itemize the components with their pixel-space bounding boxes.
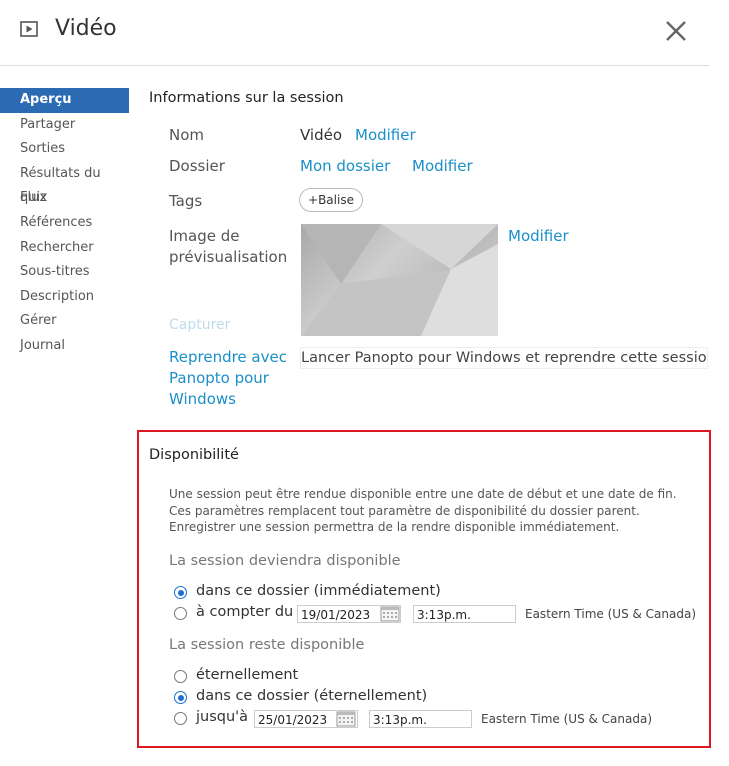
plus-icon: + xyxy=(308,193,319,207)
end-folder-radio[interactable] xyxy=(174,691,187,704)
resume-link-line1[interactable]: Reprendre avec xyxy=(169,348,287,366)
sidebar-item-references[interactable]: Références xyxy=(0,211,129,236)
start-timezone: Eastern Time (US & Canada) xyxy=(525,607,697,621)
video-icon xyxy=(20,21,38,37)
end-date-label[interactable]: jusqu'à xyxy=(196,709,248,725)
start-time-input[interactable]: 3:13p.m. xyxy=(413,605,516,623)
folder-label: Dossier xyxy=(169,157,225,175)
folder-link[interactable]: Mon dossier xyxy=(300,157,390,175)
name-edit-link[interactable]: Modifier xyxy=(355,126,416,144)
sidebar-item-description[interactable]: Description xyxy=(0,285,129,310)
sidebar-item-quiz[interactable]: Résultats du quiz xyxy=(0,162,129,206)
end-date-radio[interactable] xyxy=(174,712,187,725)
resume-link-line2[interactable]: Panopto pour xyxy=(169,369,269,387)
end-forever-label[interactable]: éternellement xyxy=(196,667,298,683)
capture-link[interactable]: Capturer xyxy=(169,317,230,333)
session-info-title: Informations sur la session xyxy=(149,90,344,106)
name-label: Nom xyxy=(169,126,205,144)
availability-title: Disponibilité xyxy=(149,447,239,463)
name-value: Vidéo xyxy=(300,126,343,144)
availability-description: Une session peut être rendue disponible … xyxy=(169,487,677,534)
start-date-radio[interactable] xyxy=(174,607,187,620)
sidebar-item-rechercher[interactable]: Rechercher xyxy=(0,236,129,261)
end-folder-label[interactable]: dans ce dossier (éternellement) xyxy=(196,688,427,704)
add-tag-label: Balise xyxy=(318,193,354,207)
start-immediate-label[interactable]: dans ce dossier (immédiatement) xyxy=(196,583,441,599)
close-icon[interactable] xyxy=(662,17,690,45)
start-heading: La session deviendra disponible xyxy=(169,553,401,569)
preview-label-line1: Image de xyxy=(169,227,240,245)
page-title: Vidéo xyxy=(55,16,117,41)
start-calendar-icon[interactable] xyxy=(380,606,400,622)
preview-thumbnail xyxy=(301,224,498,336)
sidebar-item-journal[interactable]: Journal xyxy=(0,334,129,359)
start-immediate-radio[interactable] xyxy=(174,586,187,599)
end-calendar-icon[interactable] xyxy=(336,711,356,727)
add-tag-button[interactable]: +Balise xyxy=(299,188,363,212)
resume-description: Lancer Panopto pour Windows et reprendre… xyxy=(300,347,708,369)
tags-label: Tags xyxy=(169,192,203,210)
end-heading: La session reste disponible xyxy=(169,637,365,653)
sidebar-item-sorties[interactable]: Sorties xyxy=(0,137,129,162)
start-date-label[interactable]: à compter du xyxy=(196,604,293,620)
preview-edit-link[interactable]: Modifier xyxy=(508,227,569,245)
end-time-input[interactable]: 3:13p.m. xyxy=(369,710,472,728)
end-forever-radio[interactable] xyxy=(174,670,187,683)
header: Vidéo xyxy=(0,0,709,66)
resume-link-line3[interactable]: Windows xyxy=(169,390,236,408)
sidebar-item-partager[interactable]: Partager xyxy=(0,113,129,138)
sidebar-item-sous-titres[interactable]: Sous-titres xyxy=(0,260,129,285)
thumbnail-pattern xyxy=(301,224,498,336)
end-timezone: Eastern Time (US & Canada) xyxy=(481,712,653,726)
sidebar: Aperçu Partager Sorties Résultats du qui… xyxy=(0,88,129,359)
folder-edit-link[interactable]: Modifier xyxy=(412,157,473,175)
sidebar-item-flux[interactable]: Flux xyxy=(0,186,129,211)
preview-label-line2: prévisualisation xyxy=(169,248,288,266)
sidebar-item-gerer[interactable]: Gérer xyxy=(0,309,129,334)
sidebar-item-apercu[interactable]: Aperçu xyxy=(0,88,129,113)
